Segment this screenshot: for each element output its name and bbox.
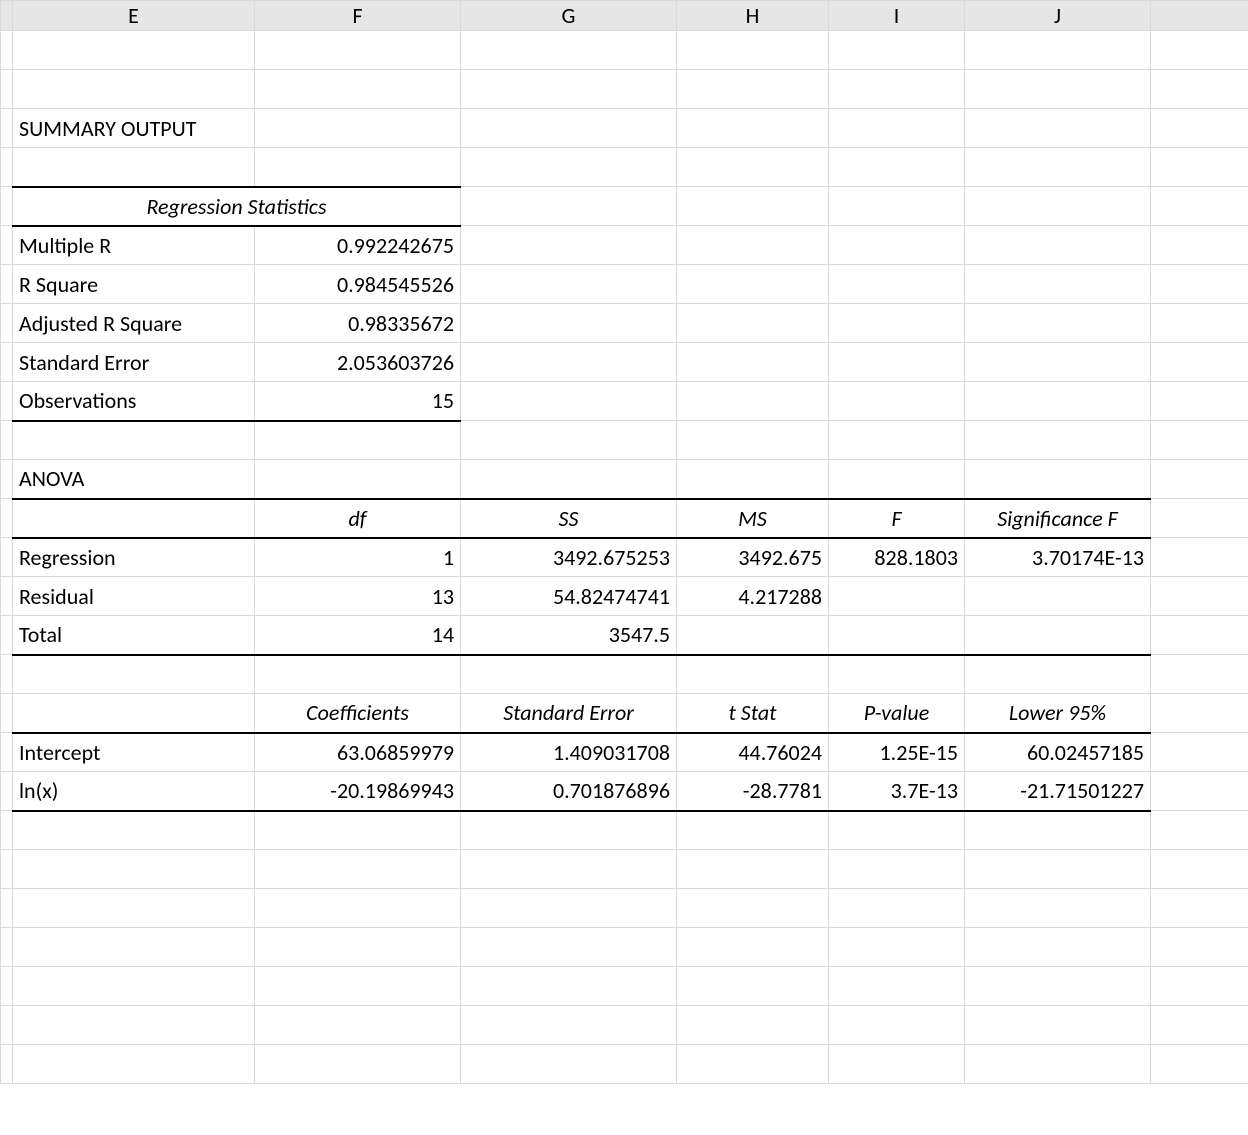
col-header-E[interactable]: E bbox=[13, 1, 255, 31]
col-header-J[interactable]: J bbox=[965, 1, 1151, 31]
col-header-tail[interactable] bbox=[1151, 1, 1248, 31]
table-row[interactable] bbox=[1, 928, 1248, 967]
table-row[interactable]: Observations 15 bbox=[1, 382, 1248, 421]
table-row[interactable] bbox=[1, 421, 1248, 460]
summary-output-label[interactable]: SUMMARY OUTPUT bbox=[13, 109, 255, 148]
table-row[interactable] bbox=[1, 70, 1248, 109]
table-row[interactable] bbox=[1, 967, 1248, 1006]
anova-hdr-ms[interactable]: MS bbox=[677, 499, 829, 538]
col-header-H[interactable]: H bbox=[677, 1, 829, 31]
cell[interactable]: -28.7781 bbox=[677, 772, 829, 811]
anova-residual-row[interactable]: Residual 13 54.82474741 4.217288 bbox=[1, 577, 1248, 616]
cell[interactable]: 1 bbox=[255, 538, 461, 577]
cell[interactable]: 63.06859979 bbox=[255, 733, 461, 772]
regstat-multiple-r-label[interactable]: Multiple R bbox=[13, 226, 255, 265]
corner-cell[interactable] bbox=[1, 1, 13, 31]
cell[interactable]: 54.82474741 bbox=[461, 577, 677, 616]
cell[interactable]: 14 bbox=[255, 616, 461, 655]
coef-hdr-low95[interactable]: Lower 95% bbox=[965, 694, 1151, 733]
cell[interactable]: 3547.5 bbox=[461, 616, 677, 655]
cell[interactable]: 44.76024 bbox=[677, 733, 829, 772]
coef-lnx-row[interactable]: ln(x) -20.19869943 0.701876896 -28.7781 … bbox=[1, 772, 1248, 811]
table-row[interactable] bbox=[1, 1045, 1248, 1084]
regression-statistics-title[interactable]: Regression Statistics bbox=[13, 187, 461, 226]
regstat-adj-r-square-value[interactable]: 0.98335672 bbox=[255, 304, 461, 343]
table-row[interactable]: df SS MS F Significance F bbox=[1, 499, 1248, 538]
cell[interactable]: 3492.675253 bbox=[461, 538, 677, 577]
column-header-row[interactable]: E F G H I J bbox=[1, 1, 1248, 31]
coef-hdr-t[interactable]: t Stat bbox=[677, 694, 829, 733]
coef-intercept-row[interactable]: Intercept 63.06859979 1.409031708 44.760… bbox=[1, 733, 1248, 772]
coef-hdr-coef[interactable]: Coefficients bbox=[255, 694, 461, 733]
regstat-adj-r-square-label[interactable]: Adjusted R Square bbox=[13, 304, 255, 343]
worksheet-grid[interactable]: E F G H I J SUMMARY OUTPUT Regression St… bbox=[0, 0, 1248, 1084]
cell[interactable]: 1.25E-15 bbox=[829, 733, 965, 772]
cell[interactable]: Regression bbox=[13, 538, 255, 577]
regstat-observations-label[interactable]: Observations bbox=[13, 382, 255, 421]
cell[interactable] bbox=[965, 616, 1151, 655]
anova-hdr-f[interactable]: F bbox=[829, 499, 965, 538]
table-row[interactable]: SUMMARY OUTPUT bbox=[1, 109, 1248, 148]
cell[interactable]: Residual bbox=[13, 577, 255, 616]
regstat-std-error-value[interactable]: 2.053603726 bbox=[255, 343, 461, 382]
cell[interactable]: 1.409031708 bbox=[461, 733, 677, 772]
col-header-F[interactable]: F bbox=[255, 1, 461, 31]
table-row[interactable] bbox=[1, 811, 1248, 850]
cell[interactable] bbox=[829, 577, 965, 616]
table-row[interactable]: Regression Statistics bbox=[1, 187, 1248, 226]
anova-total-row[interactable]: Total 14 3547.5 bbox=[1, 616, 1248, 655]
table-row[interactable] bbox=[1, 889, 1248, 928]
regstat-observations-value[interactable]: 15 bbox=[255, 382, 461, 421]
spreadsheet-view[interactable]: E F G H I J SUMMARY OUTPUT Regression St… bbox=[0, 0, 1248, 1135]
cell[interactable]: 4.217288 bbox=[677, 577, 829, 616]
cell[interactable]: -20.19869943 bbox=[255, 772, 461, 811]
table-row[interactable]: Adjusted R Square 0.98335672 bbox=[1, 304, 1248, 343]
table-row[interactable] bbox=[1, 655, 1248, 694]
cell[interactable]: 3.70174E-13 bbox=[965, 538, 1151, 577]
regstat-r-square-label[interactable]: R Square bbox=[13, 265, 255, 304]
table-row[interactable] bbox=[1, 148, 1248, 187]
col-header-I[interactable]: I bbox=[829, 1, 965, 31]
cell[interactable]: 828.1803 bbox=[829, 538, 965, 577]
table-row[interactable]: R Square 0.984545526 bbox=[1, 265, 1248, 304]
cell[interactable]: 3.7E-13 bbox=[829, 772, 965, 811]
cell[interactable]: 13 bbox=[255, 577, 461, 616]
table-row[interactable] bbox=[1, 1006, 1248, 1045]
cell[interactable]: -21.71501227 bbox=[965, 772, 1151, 811]
cell[interactable] bbox=[965, 577, 1151, 616]
anova-hdr-sigf[interactable]: Significance F bbox=[965, 499, 1151, 538]
anova-hdr-ss[interactable]: SS bbox=[461, 499, 677, 538]
cell[interactable]: Intercept bbox=[13, 733, 255, 772]
regstat-r-square-value[interactable]: 0.984545526 bbox=[255, 265, 461, 304]
cell[interactable]: ln(x) bbox=[13, 772, 255, 811]
regstat-std-error-label[interactable]: Standard Error bbox=[13, 343, 255, 382]
anova-title[interactable]: ANOVA bbox=[13, 460, 255, 499]
coef-hdr-se[interactable]: Standard Error bbox=[461, 694, 677, 733]
table-row[interactable]: Multiple R 0.992242675 bbox=[1, 226, 1248, 265]
cell[interactable]: 60.02457185 bbox=[965, 733, 1151, 772]
cell[interactable]: 0.701876896 bbox=[461, 772, 677, 811]
table-row[interactable] bbox=[1, 850, 1248, 889]
cell[interactable] bbox=[677, 616, 829, 655]
table-row[interactable]: Standard Error 2.053603726 bbox=[1, 343, 1248, 382]
col-header-G[interactable]: G bbox=[461, 1, 677, 31]
anova-regression-row[interactable]: Regression 1 3492.675253 3492.675 828.18… bbox=[1, 538, 1248, 577]
coef-hdr-p[interactable]: P-value bbox=[829, 694, 965, 733]
cell[interactable]: 3492.675 bbox=[677, 538, 829, 577]
table-row[interactable]: Coefficients Standard Error t Stat P-val… bbox=[1, 694, 1248, 733]
anova-hdr-df[interactable]: df bbox=[255, 499, 461, 538]
regstat-multiple-r-value[interactable]: 0.992242675 bbox=[255, 226, 461, 265]
cell[interactable]: Total bbox=[13, 616, 255, 655]
table-row[interactable] bbox=[1, 31, 1248, 70]
table-row[interactable]: ANOVA bbox=[1, 460, 1248, 499]
cell[interactable] bbox=[829, 616, 965, 655]
